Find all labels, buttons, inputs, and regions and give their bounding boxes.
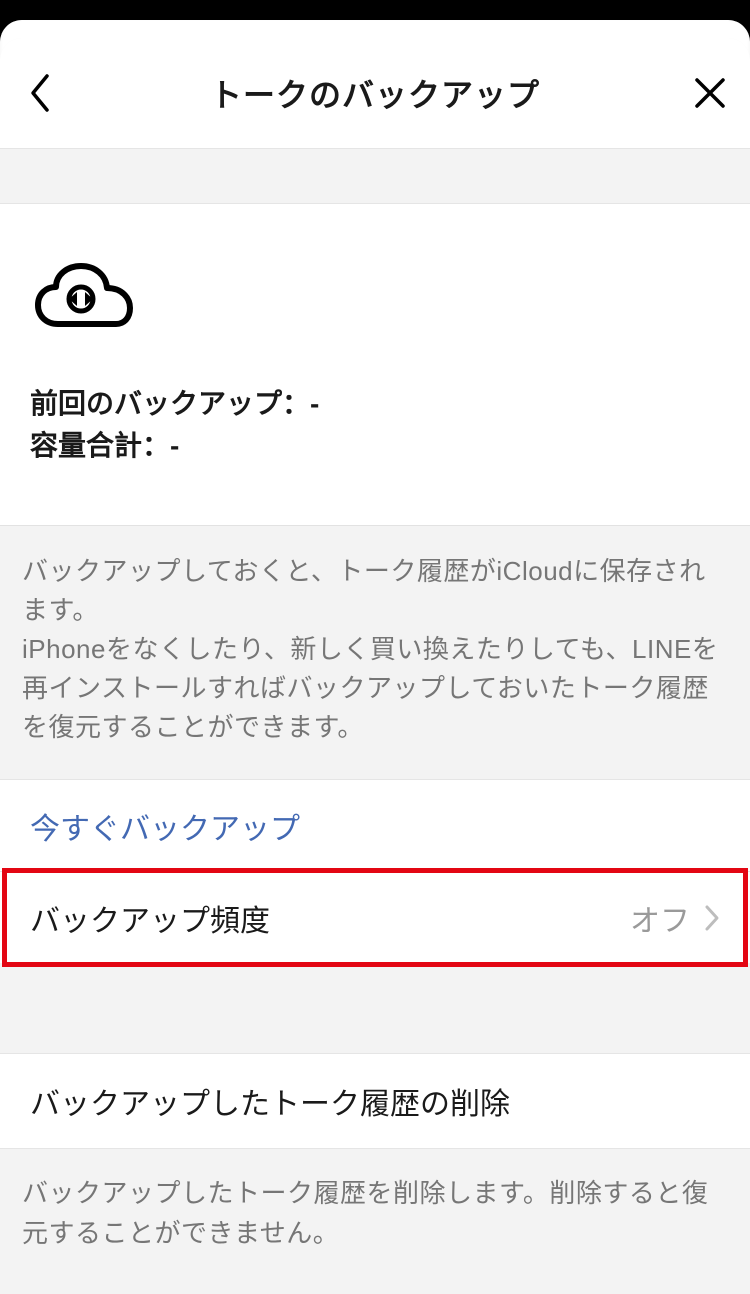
total-size-value: -	[170, 430, 179, 461]
backup-now-label: 今すぐバックアップ	[30, 804, 300, 848]
last-backup-row: 前回のバックアップ：-	[30, 383, 720, 425]
cloud-sync-icon	[30, 258, 138, 334]
header: トークのバックアップ	[0, 38, 750, 148]
last-backup-label: 前回のバックアップ：	[30, 388, 310, 419]
description-line-2: iPhoneをなくしたり、新しく買い換えたりしても、LINEを再インストールすれ…	[22, 630, 728, 747]
status-bar	[0, 0, 750, 20]
backup-status-section: 前回のバックアップ：- 容量合計：-	[0, 204, 750, 525]
delete-description: バックアップしたトーク履歴を削除します。削除すると復元することができません。	[0, 1149, 750, 1294]
close-icon	[692, 75, 728, 111]
page-title: トークのバックアップ	[210, 70, 540, 116]
backup-frequency-value: オフ	[630, 896, 690, 940]
backup-frequency-row[interactable]: バックアップ頻度 オフ	[0, 871, 750, 963]
delete-backup-row[interactable]: バックアップしたトーク履歴の削除	[0, 1053, 750, 1149]
section-gap	[0, 963, 750, 1053]
total-size-label: 容量合計：	[30, 430, 170, 461]
backup-now-button[interactable]: 今すぐバックアップ	[0, 779, 750, 871]
delete-backup-label: バックアップしたトーク履歴の削除	[30, 1079, 510, 1123]
close-button[interactable]	[670, 38, 750, 148]
backup-description: バックアップしておくと、トーク履歴がiCloudに保存されます。 iPhoneを…	[0, 525, 750, 779]
total-size-row: 容量合計：-	[30, 425, 720, 467]
chevron-right-icon	[704, 904, 720, 932]
description-line-1: バックアップしておくと、トーク履歴がiCloudに保存されます。	[22, 552, 728, 630]
section-gap	[0, 148, 750, 204]
backup-frequency-label: バックアップ頻度	[30, 896, 270, 940]
back-button[interactable]	[0, 38, 80, 148]
chevron-left-icon	[27, 72, 53, 114]
last-backup-value: -	[310, 388, 319, 419]
